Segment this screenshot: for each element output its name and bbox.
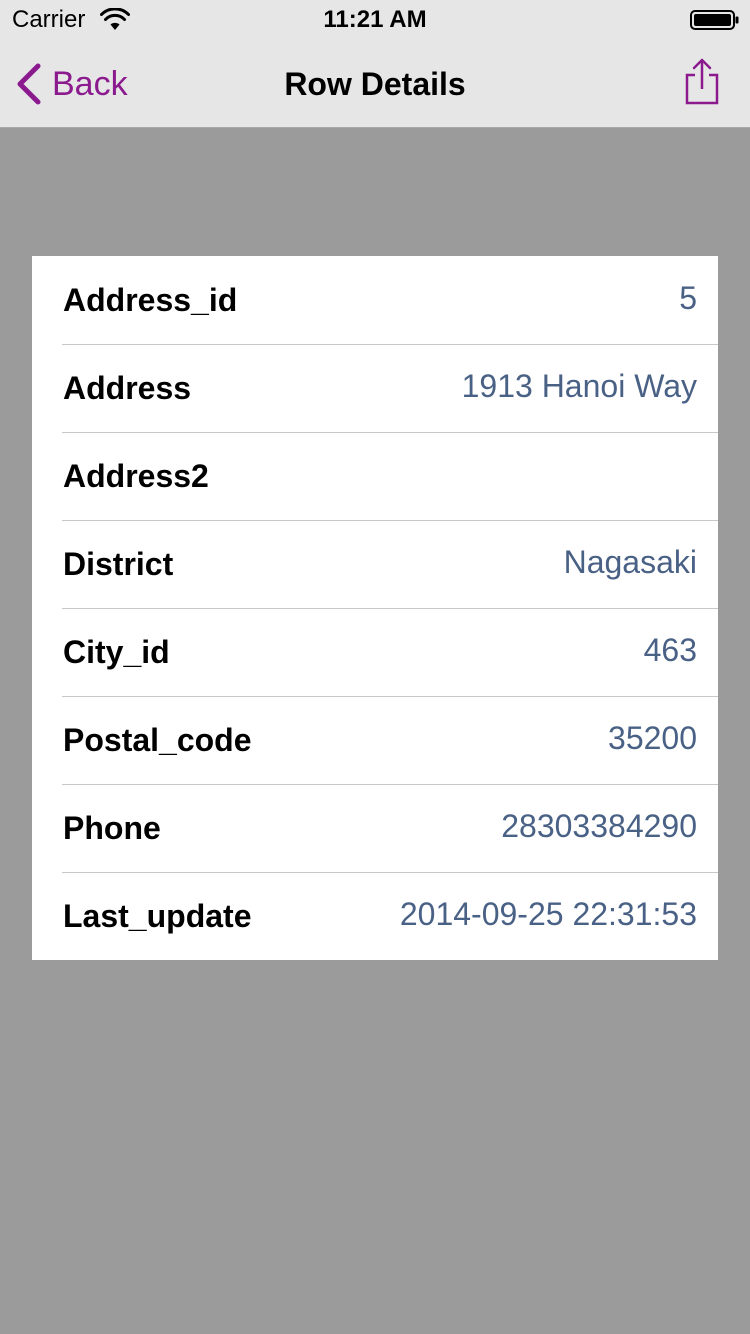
field-label: Address2 [63, 458, 209, 494]
table-row: Phone 28303384290 [32, 784, 718, 872]
field-label: City_id [63, 634, 170, 670]
field-label: Address_id [63, 282, 238, 318]
details-table: Address_id 5 Address 1913 Hanoi Way Addr… [32, 256, 718, 960]
field-label: Address [63, 370, 192, 406]
field-label: Postal_code [63, 722, 252, 758]
field-value: 5 [679, 280, 697, 316]
field-value: Nagasaki [563, 544, 697, 580]
field-value: 1913 Hanoi Way [461, 368, 697, 404]
field-value: 28303384290 [501, 808, 697, 844]
status-bar: Carrier 11:21 AM [0, 0, 750, 40]
field-label: Phone [63, 810, 161, 846]
battery-icon [690, 10, 739, 30]
top-bar: Carrier 11:21 AM Back Row Details [0, 0, 750, 128]
table-row: City_id 463 [32, 608, 718, 696]
nav-bar: Back Row Details [0, 40, 750, 128]
chevron-left-icon [17, 63, 41, 105]
field-label: District [63, 546, 174, 582]
field-label: Last_update [63, 898, 252, 934]
field-value: 35200 [608, 720, 697, 756]
table-row: Address 1913 Hanoi Way [32, 344, 718, 432]
back-label: Back [52, 65, 128, 103]
back-button[interactable]: Back [14, 60, 128, 108]
table-row: Address2 [32, 432, 718, 520]
table-row: Address_id 5 [32, 256, 718, 344]
table-row: District Nagasaki [32, 520, 718, 608]
field-value: 2014-09-25 22:31:53 [399, 896, 697, 932]
share-icon[interactable] [684, 58, 720, 106]
status-time: 11:21 AM [323, 6, 427, 33]
field-value: 463 [643, 632, 697, 668]
table-row: Last_update 2014-09-25 22:31:53 [32, 872, 718, 960]
table-row: Postal_code 35200 [32, 696, 718, 784]
